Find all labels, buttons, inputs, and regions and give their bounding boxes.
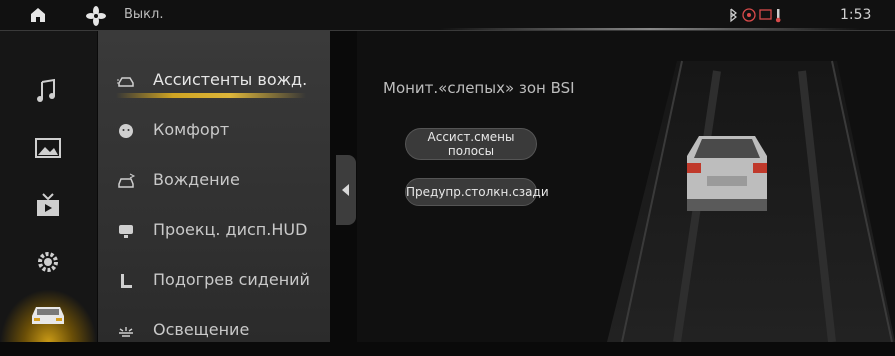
hud-icon bbox=[119, 225, 133, 238]
active-indicator bbox=[116, 93, 306, 98]
seat-heat-icon bbox=[121, 274, 132, 288]
chevron-left-icon bbox=[342, 184, 349, 196]
settings-menu: Ассистенты вожд. Комфорт Вождение Проекц… bbox=[98, 31, 423, 342]
collapse-menu-button[interactable] bbox=[336, 155, 356, 225]
button-label-line1: Ассист.смены bbox=[427, 130, 515, 144]
photo-icon[interactable] bbox=[30, 133, 66, 163]
bluetooth-icon bbox=[730, 8, 737, 23]
gear-icon[interactable] bbox=[30, 247, 66, 277]
lane-change-assist-button[interactable]: Ассист.смены полосы bbox=[405, 128, 537, 160]
home-icon[interactable] bbox=[30, 7, 46, 23]
fan-status-label: Выкл. bbox=[124, 7, 164, 22]
music-note-icon[interactable] bbox=[30, 76, 66, 106]
menu-item-comfort[interactable]: Комфорт bbox=[98, 106, 330, 156]
menu-item-label: Освещение bbox=[153, 320, 250, 339]
menu-item-lighting[interactable]: Освещение bbox=[98, 306, 330, 356]
bsi-title: Монит.«слепых» зон BSI bbox=[383, 79, 575, 97]
steering-icon bbox=[118, 173, 136, 188]
thermometer-icon bbox=[775, 9, 781, 23]
clock: 1:53 bbox=[840, 7, 872, 23]
main-panel: Монит.«слепых» зон BSI Ассист.смены поло… bbox=[357, 31, 895, 342]
menu-item-driver-assist[interactable]: Ассистенты вожд. bbox=[98, 56, 330, 106]
fan-icon[interactable] bbox=[86, 6, 106, 26]
menu-item-label: Подогрев сидений bbox=[153, 270, 310, 289]
menu-item-label: Комфорт bbox=[153, 120, 230, 139]
road-illustration bbox=[607, 60, 895, 342]
car-assist-icon bbox=[117, 77, 134, 87]
menu-item-seat-heating[interactable]: Подогрев сидений bbox=[98, 256, 330, 306]
light-icon bbox=[119, 327, 133, 337]
face-icon bbox=[119, 124, 133, 138]
gps-icon bbox=[742, 8, 756, 22]
car-rear-illustration bbox=[687, 136, 767, 211]
rear-collision-warning-button[interactable]: Предупр.столкн.сзади bbox=[405, 178, 549, 206]
system-status-icons bbox=[730, 8, 781, 23]
car-icon[interactable] bbox=[26, 299, 70, 329]
video-icon[interactable] bbox=[30, 191, 66, 221]
menu-item-label: Вождение bbox=[153, 170, 240, 189]
message-icon bbox=[759, 9, 772, 20]
status-bar: Выкл. 1:53 bbox=[0, 0, 895, 31]
menu-item-hud[interactable]: Проекц. дисп.HUD bbox=[98, 206, 330, 256]
left-rail bbox=[0, 31, 97, 342]
menu-item-label: Ассистенты вожд. bbox=[153, 70, 308, 89]
menu-item-label: Проекц. дисп.HUD bbox=[153, 220, 308, 239]
status-bar-divider bbox=[440, 28, 860, 30]
button-label: Предупр.столкн.сзади bbox=[406, 185, 549, 199]
button-label-line2: полосы bbox=[447, 144, 495, 158]
menu-item-driving[interactable]: Вождение bbox=[98, 156, 330, 206]
